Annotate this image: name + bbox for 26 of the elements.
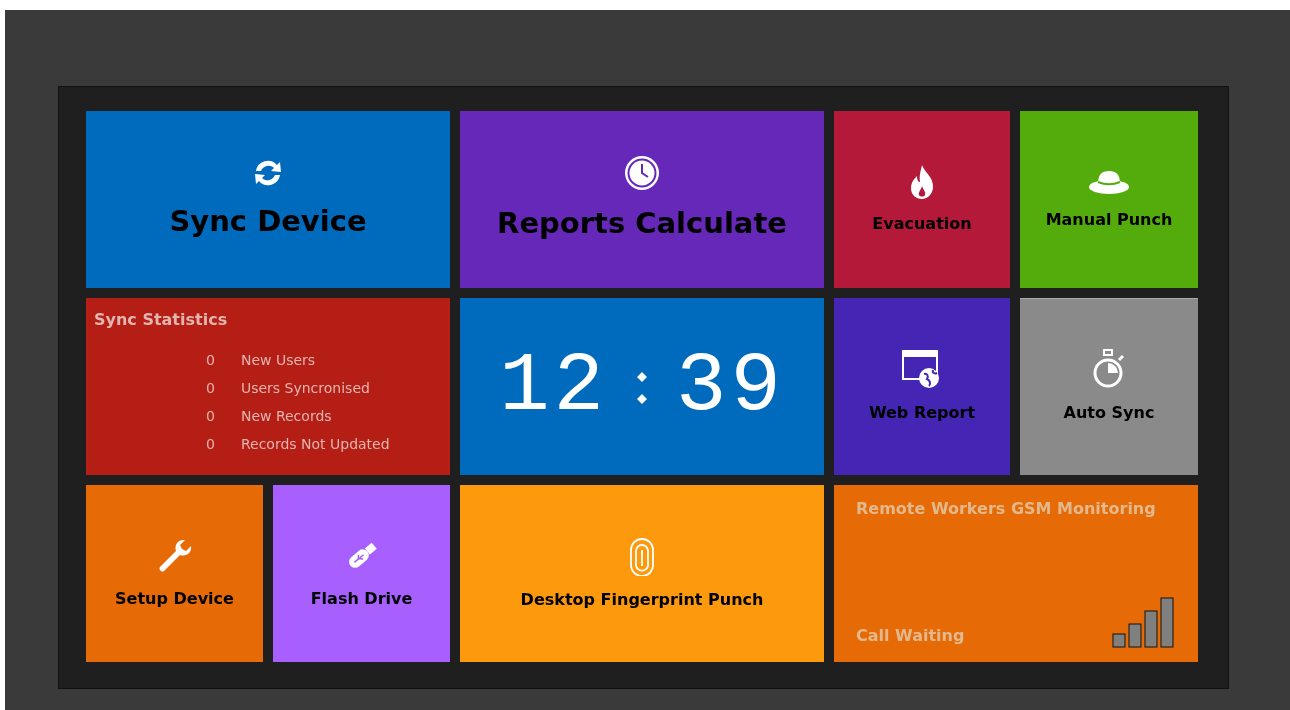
stat-label: New Records xyxy=(240,407,332,426)
stat-count: 0 xyxy=(206,379,215,398)
browser-globe-icon xyxy=(902,348,942,389)
stat-count: 0 xyxy=(206,351,215,370)
flame-icon xyxy=(909,163,935,200)
status-text: Call Waiting xyxy=(856,625,965,647)
tile-button[interactable]: Manual Punch xyxy=(1020,111,1198,288)
tile-button[interactable]: Auto Sync xyxy=(1020,298,1198,475)
stat-label: Users Syncronised xyxy=(240,379,370,398)
stat-label: New Users xyxy=(240,351,316,370)
tile-button[interactable]: Evacuation xyxy=(834,111,1010,288)
stat-count: 0 xyxy=(206,407,215,426)
tile-button[interactable]: Sync Device xyxy=(86,111,450,288)
stat-label: Records Not Updated xyxy=(240,435,390,454)
stat-count: 0 xyxy=(206,435,215,454)
clock-hours: 12 xyxy=(499,337,608,436)
tile-button[interactable]: Flash Drive xyxy=(273,485,450,662)
fingerprint-icon xyxy=(627,535,657,576)
tile-button[interactable]: Desktop Fingerprint Punch xyxy=(460,485,824,662)
stopwatch-icon xyxy=(1091,348,1127,389)
panel-title: Remote Workers GSM Monitoring xyxy=(856,498,1157,520)
panel-title: Sync Statistics xyxy=(94,309,229,331)
clock-icon xyxy=(623,153,661,192)
signal-bars-icon xyxy=(1112,594,1176,648)
clock-minutes: 39 xyxy=(676,337,785,436)
tile-button[interactable]: Setup Device xyxy=(86,485,263,662)
